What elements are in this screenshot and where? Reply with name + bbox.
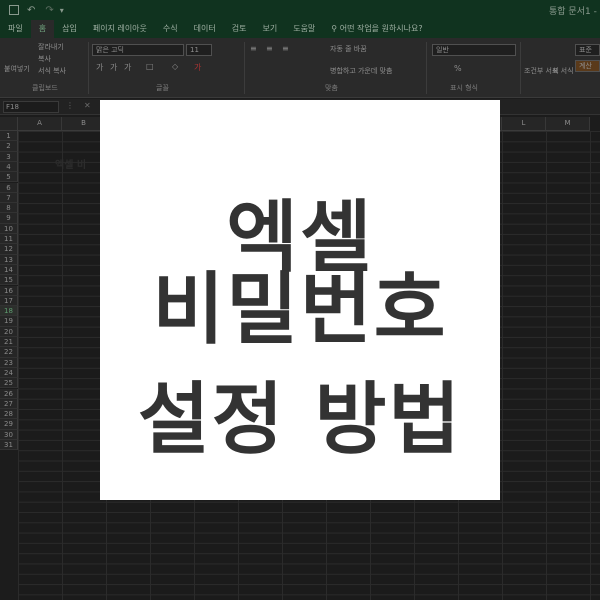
row-header[interactable]: 18 <box>0 306 18 317</box>
style-normal[interactable]: 표준 <box>575 44 600 56</box>
tell-me-search[interactable]: ⚲ 어떤 작업을 원하시나요? <box>331 20 422 38</box>
row-header[interactable]: 20 <box>0 326 18 337</box>
row-header[interactable]: 9 <box>0 213 18 224</box>
tab-home[interactable]: 홈 <box>30 20 55 38</box>
row-header[interactable]: 6 <box>0 182 18 193</box>
ribbon-tabs: 파일 홈 삽입 페이지 레이아웃 수식 데이터 검토 보기 도움말 ⚲ 어떤 작… <box>0 20 600 38</box>
row-header[interactable]: 5 <box>0 172 18 183</box>
row-header[interactable]: 21 <box>0 337 18 348</box>
overlay-line-3: 설정 방법 <box>137 375 463 465</box>
row-header[interactable]: 8 <box>0 203 18 214</box>
style-bad[interactable]: 계산 <box>575 60 600 72</box>
align-top-icon[interactable]: ≡ <box>250 44 257 53</box>
ribbon: 붙여넣기 잘라내기 복사 서식 복사 클립보드 맑은 고딕 11 가 가 가 □… <box>0 38 600 98</box>
name-box-dropdown-icon[interactable]: ⋮ <box>66 101 74 110</box>
customize-qat-icon[interactable]: ▾ <box>60 6 64 15</box>
tell-me-text: 어떤 작업을 원하시나요? <box>339 24 423 33</box>
title-overlay-card: 엑셀 비밀번호 설정 방법 <box>100 100 500 500</box>
row-header[interactable]: 12 <box>0 244 18 255</box>
font-name-select[interactable]: 맑은 고딕 <box>92 44 184 56</box>
tab-view[interactable]: 보기 <box>254 20 285 38</box>
row-header[interactable]: 25 <box>0 378 18 389</box>
ribbon-separator <box>520 42 521 94</box>
undo-icon[interactable]: ↶ <box>27 5 35 16</box>
column-header[interactable]: M <box>546 117 590 131</box>
copy-button[interactable]: 복사 <box>38 54 51 64</box>
number-format-select[interactable]: 일반 <box>432 44 516 56</box>
row-header[interactable]: 19 <box>0 316 18 327</box>
redo-icon[interactable]: ↷ <box>45 5 53 16</box>
align-bottom-icon[interactable]: ≡ <box>282 44 289 53</box>
select-all-corner[interactable] <box>0 117 18 131</box>
column-header[interactable]: A <box>18 117 62 131</box>
row-header[interactable]: 27 <box>0 398 18 410</box>
row-header[interactable]: 29 <box>0 419 18 430</box>
row-header[interactable]: 3 <box>0 151 18 162</box>
align-middle-icon[interactable]: ≡ <box>266 44 273 53</box>
row-header[interactable]: 14 <box>0 264 18 276</box>
percent-style-button[interactable]: % <box>454 64 462 73</box>
number-group-label: 표시 형식 <box>450 84 478 92</box>
fill-color-icon[interactable]: ◇ <box>172 62 178 71</box>
tab-formulas[interactable]: 수식 <box>155 20 186 38</box>
tab-data[interactable]: 데이터 <box>186 20 224 38</box>
column-header[interactable]: L <box>502 117 546 131</box>
document-title: 통합 문서1 - E <box>549 7 600 17</box>
tab-file[interactable]: 파일 <box>0 20 31 38</box>
underline-icon[interactable]: 가 <box>124 62 131 73</box>
font-color-icon[interactable]: 가 <box>194 62 201 73</box>
border-icon[interactable]: □ <box>146 62 154 71</box>
cell-a1-text: 엑셀 비 <box>55 160 87 171</box>
row-header[interactable]: 10 <box>0 223 18 234</box>
ribbon-separator <box>426 42 427 94</box>
ribbon-separator <box>244 42 245 94</box>
italic-icon[interactable]: 가 <box>110 62 117 73</box>
alignment-group-label: 맞춤 <box>325 84 338 92</box>
title-bar: ↶ ↷ ▾ 통합 문서1 - E <box>0 0 600 20</box>
bold-icon[interactable]: 가 <box>96 62 103 73</box>
row-header[interactable]: 2 <box>0 141 18 152</box>
format-as-table-button[interactable]: 표 서식 <box>552 66 574 76</box>
row-header[interactable]: 17 <box>0 295 18 307</box>
row-header[interactable]: 11 <box>0 234 18 245</box>
name-box[interactable]: F18 <box>3 101 59 113</box>
save-icon[interactable] <box>9 5 19 15</box>
row-header[interactable]: 13 <box>0 254 18 265</box>
row-header[interactable]: 7 <box>0 192 18 204</box>
row-header[interactable]: 15 <box>0 275 18 286</box>
overlay-line-2: 비밀번호 <box>152 265 448 355</box>
row-header[interactable]: 28 <box>0 409 18 420</box>
font-group-label: 글꼴 <box>156 84 169 92</box>
cancel-entry-icon[interactable]: ✕ <box>84 101 91 110</box>
wrap-text-button[interactable]: 자동 줄 바꿈 <box>330 44 367 54</box>
excel-window: ↶ ↷ ▾ 통합 문서1 - E 파일 홈 삽입 페이지 레이아웃 수식 데이터… <box>0 0 600 600</box>
row-header[interactable]: 22 <box>0 347 18 358</box>
tab-page-layout[interactable]: 페이지 레이아웃 <box>85 20 155 38</box>
row-header[interactable]: 30 <box>0 429 18 440</box>
tab-help[interactable]: 도움말 <box>285 20 323 38</box>
row-header[interactable]: 26 <box>0 388 18 399</box>
row-header[interactable]: 1 <box>0 131 18 142</box>
tab-insert[interactable]: 삽입 <box>54 20 85 38</box>
clipboard-group-label: 클립보드 <box>32 84 58 92</box>
font-size-select[interactable]: 11 <box>186 44 212 56</box>
row-header[interactable]: 16 <box>0 285 18 296</box>
ribbon-separator <box>88 42 89 94</box>
row-header[interactable]: 4 <box>0 161 18 173</box>
cut-button[interactable]: 잘라내기 <box>38 42 64 52</box>
row-header[interactable]: 24 <box>0 367 18 379</box>
format-painter-button[interactable]: 서식 복사 <box>38 66 66 76</box>
lightbulb-icon: ⚲ <box>331 24 340 33</box>
tab-review[interactable]: 검토 <box>224 20 255 38</box>
paste-button[interactable]: 붙여넣기 <box>4 64 30 74</box>
merge-center-button[interactable]: 병합하고 가운데 맞춤 <box>330 66 392 76</box>
row-header[interactable]: 23 <box>0 357 18 368</box>
row-header[interactable]: 31 <box>0 440 18 451</box>
